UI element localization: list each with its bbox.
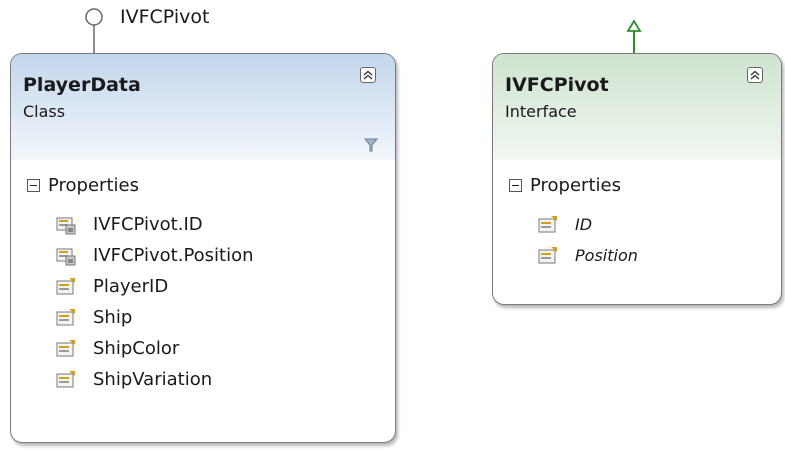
section-label: Properties <box>48 175 139 196</box>
list-item[interactable]: ShipColor <box>55 333 254 364</box>
member-name: ID <box>575 215 593 234</box>
member-name: Position <box>575 246 638 265</box>
interface-shape-ivfcpivot[interactable]: IVFCPivot Interface Properties ID Positi… <box>492 53 782 305</box>
class-header: PlayerData Class <box>11 54 395 160</box>
inheritance-arrow-icon <box>626 19 642 53</box>
member-name: IVFCPivot.ID <box>93 214 203 235</box>
lollipop-connector-icon <box>85 8 103 53</box>
collapse-minus-icon[interactable] <box>27 179 40 192</box>
property-icon <box>56 308 75 325</box>
member-list: ID Position <box>537 209 638 271</box>
list-item[interactable]: Ship <box>55 302 254 333</box>
list-item[interactable]: Position <box>537 240 638 271</box>
double-chevron-up-icon <box>363 70 373 80</box>
list-item[interactable]: ID <box>537 209 638 240</box>
property-icon <box>538 215 557 232</box>
collapse-button[interactable] <box>360 67 376 83</box>
properties-section-header[interactable]: Properties <box>27 175 139 196</box>
interface-title: IVFCPivot <box>505 74 609 96</box>
list-item[interactable]: IVFCPivot.ID <box>55 209 254 240</box>
interface-header: IVFCPivot Interface <box>493 54 781 160</box>
collapse-button[interactable] <box>747 67 763 83</box>
member-name: Ship <box>93 307 133 328</box>
list-item[interactable]: ShipVariation <box>55 364 254 395</box>
member-name: IVFCPivot.Position <box>93 245 254 266</box>
interface-property-icon <box>56 248 76 265</box>
section-label: Properties <box>530 175 621 196</box>
collapse-minus-icon[interactable] <box>509 179 522 192</box>
member-list: IVFCPivot.ID IVFCPivot.Position PlayerID <box>55 209 254 395</box>
member-name: ShipColor <box>93 338 180 359</box>
double-chevron-up-icon <box>750 70 760 80</box>
interface-kind: Interface <box>505 102 577 121</box>
class-shape-playerdata[interactable]: PlayerData Class Properties IVFCPivot.ID <box>10 53 396 443</box>
list-item[interactable]: IVFCPivot.Position <box>55 240 254 271</box>
lollipop-label: IVFCPivot <box>120 6 210 28</box>
member-name: PlayerID <box>93 276 169 297</box>
property-icon <box>538 246 557 263</box>
member-name: ShipVariation <box>93 369 213 390</box>
class-kind: Class <box>23 102 66 121</box>
interface-property-icon <box>56 217 76 234</box>
property-icon <box>56 339 75 356</box>
properties-section-header[interactable]: Properties <box>509 175 621 196</box>
list-item[interactable]: PlayerID <box>55 271 254 302</box>
property-icon <box>56 370 75 387</box>
property-icon <box>56 277 75 294</box>
class-title: PlayerData <box>23 74 141 96</box>
filter-icon[interactable] <box>364 138 378 152</box>
